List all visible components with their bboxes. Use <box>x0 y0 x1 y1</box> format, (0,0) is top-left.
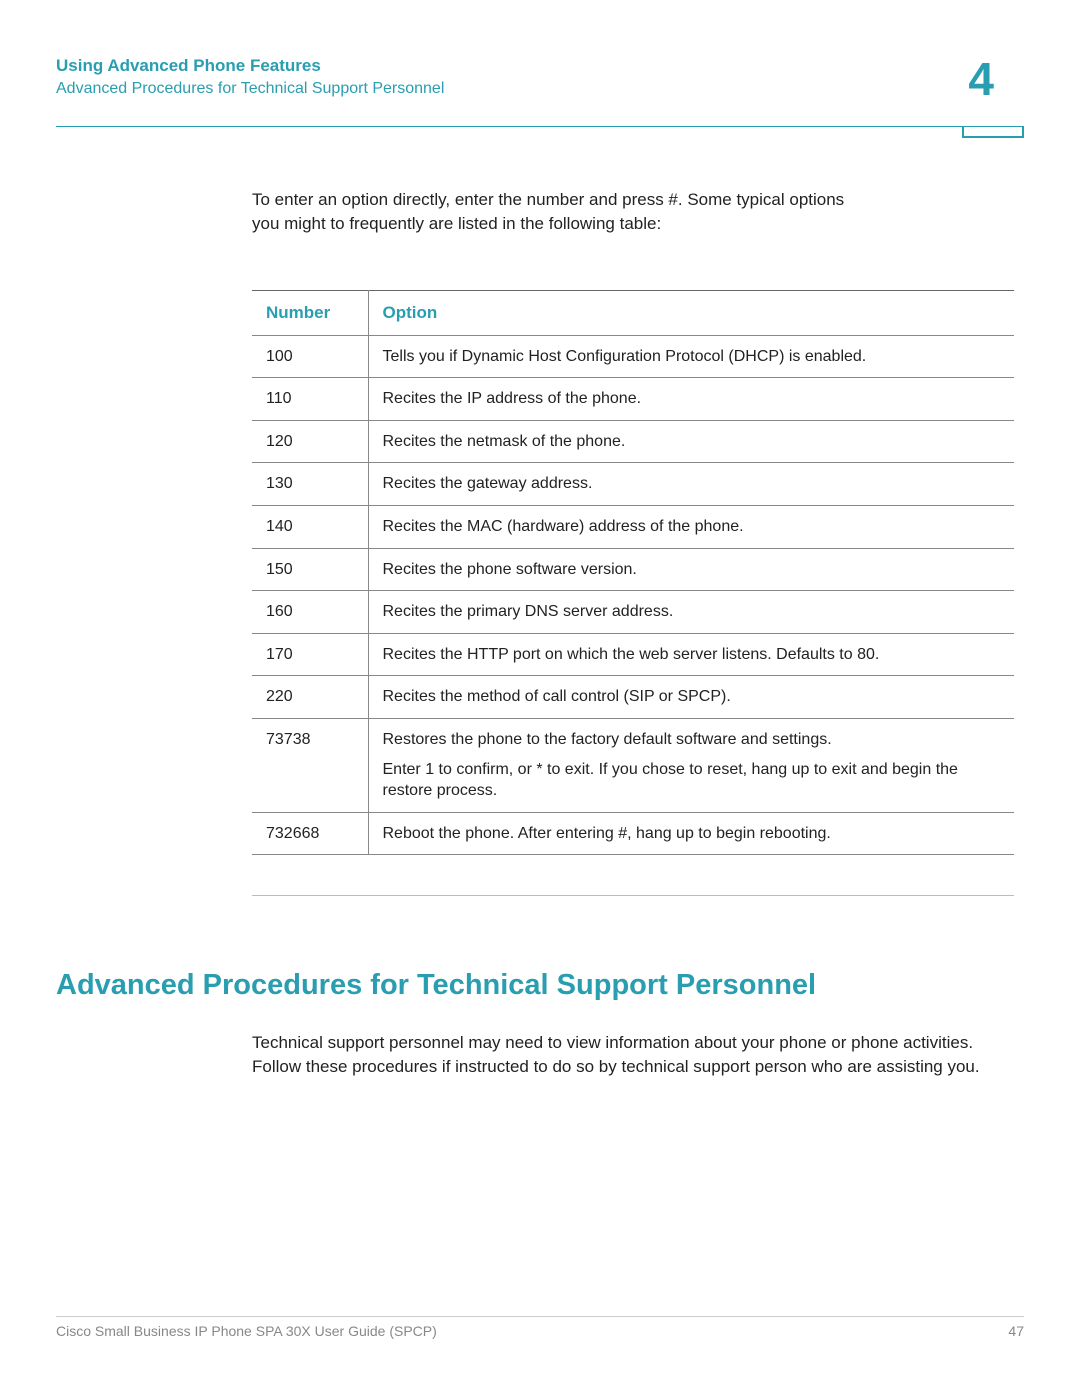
cell-option: Reboot the phone. After entering #, hang… <box>368 812 1014 855</box>
table-header-option: Option <box>368 290 1014 335</box>
footer-row: Cisco Small Business IP Phone SPA 30X Us… <box>56 1323 1024 1339</box>
cell-number: 100 <box>252 335 368 378</box>
header-rule-tab <box>962 126 1024 138</box>
cell-option: Recites the phone software version. <box>368 548 1014 591</box>
cell-option: Tells you if Dynamic Host Configuration … <box>368 335 1014 378</box>
options-table: Number Option 100 Tells you if Dynamic H… <box>252 290 1014 856</box>
cell-option: Restores the phone to the factory defaul… <box>368 718 1014 812</box>
cell-number: 140 <box>252 505 368 548</box>
header-rule <box>56 126 1024 127</box>
cell-option: Recites the gateway address. <box>368 463 1014 506</box>
table-row: 130 Recites the gateway address. <box>252 463 1014 506</box>
cell-option: Recites the method of call control (SIP … <box>368 676 1014 719</box>
cell-number: 110 <box>252 378 368 421</box>
cell-number: 170 <box>252 633 368 676</box>
header-title: Using Advanced Phone Features <box>56 56 1024 76</box>
table-row: 110 Recites the IP address of the phone. <box>252 378 1014 421</box>
table-row: 73738 Restores the phone to the factory … <box>252 718 1014 812</box>
intro-line-2: you might to frequently are listed in th… <box>252 212 1014 236</box>
table-header-number: Number <box>252 290 368 335</box>
table-row: 100 Tells you if Dynamic Host Configurat… <box>252 335 1014 378</box>
page: Using Advanced Phone Features Advanced P… <box>0 0 1080 1397</box>
content-area: To enter an option directly, enter the n… <box>252 188 1014 855</box>
page-header: Using Advanced Phone Features Advanced P… <box>56 56 1024 98</box>
header-subtitle: Advanced Procedures for Technical Suppor… <box>56 80 1024 98</box>
footer-rule <box>56 1316 1024 1317</box>
table-row: 170 Recites the HTTP port on which the w… <box>252 633 1014 676</box>
cell-option: Recites the IP address of the phone. <box>368 378 1014 421</box>
table-row: 732668 Reboot the phone. After entering … <box>252 812 1014 855</box>
section-body: Technical support personnel may need to … <box>252 1031 1014 1079</box>
header-rule-wrap <box>56 126 1024 127</box>
cell-option: Recites the primary DNS server address. <box>368 591 1014 634</box>
cell-option-line: Restores the phone to the factory defaul… <box>383 729 1001 751</box>
section-divider <box>252 895 1014 896</box>
cell-number: 160 <box>252 591 368 634</box>
chapter-number: 4 <box>968 52 994 106</box>
table-header-row: Number Option <box>252 290 1014 335</box>
table-row: 140 Recites the MAC (hardware) address o… <box>252 505 1014 548</box>
cell-option: Recites the MAC (hardware) address of th… <box>368 505 1014 548</box>
cell-option: Recites the HTTP port on which the web s… <box>368 633 1014 676</box>
table-row: 220 Recites the method of call control (… <box>252 676 1014 719</box>
cell-number: 732668 <box>252 812 368 855</box>
page-number: 47 <box>1008 1323 1024 1339</box>
table-row: 150 Recites the phone software version. <box>252 548 1014 591</box>
cell-option-line: Enter 1 to confirm, or * to exit. If you… <box>383 759 1001 802</box>
cell-number: 130 <box>252 463 368 506</box>
cell-number: 120 <box>252 420 368 463</box>
cell-number: 220 <box>252 676 368 719</box>
table-row: 160 Recites the primary DNS server addre… <box>252 591 1014 634</box>
table-row: 120 Recites the netmask of the phone. <box>252 420 1014 463</box>
cell-number: 73738 <box>252 718 368 812</box>
cell-number: 150 <box>252 548 368 591</box>
section-heading: Advanced Procedures for Technical Suppor… <box>56 968 1014 1003</box>
intro-line-1: To enter an option directly, enter the n… <box>252 188 1014 212</box>
cell-option: Recites the netmask of the phone. <box>368 420 1014 463</box>
footer-doc-title: Cisco Small Business IP Phone SPA 30X Us… <box>56 1323 437 1339</box>
page-footer: Cisco Small Business IP Phone SPA 30X Us… <box>56 1316 1024 1339</box>
